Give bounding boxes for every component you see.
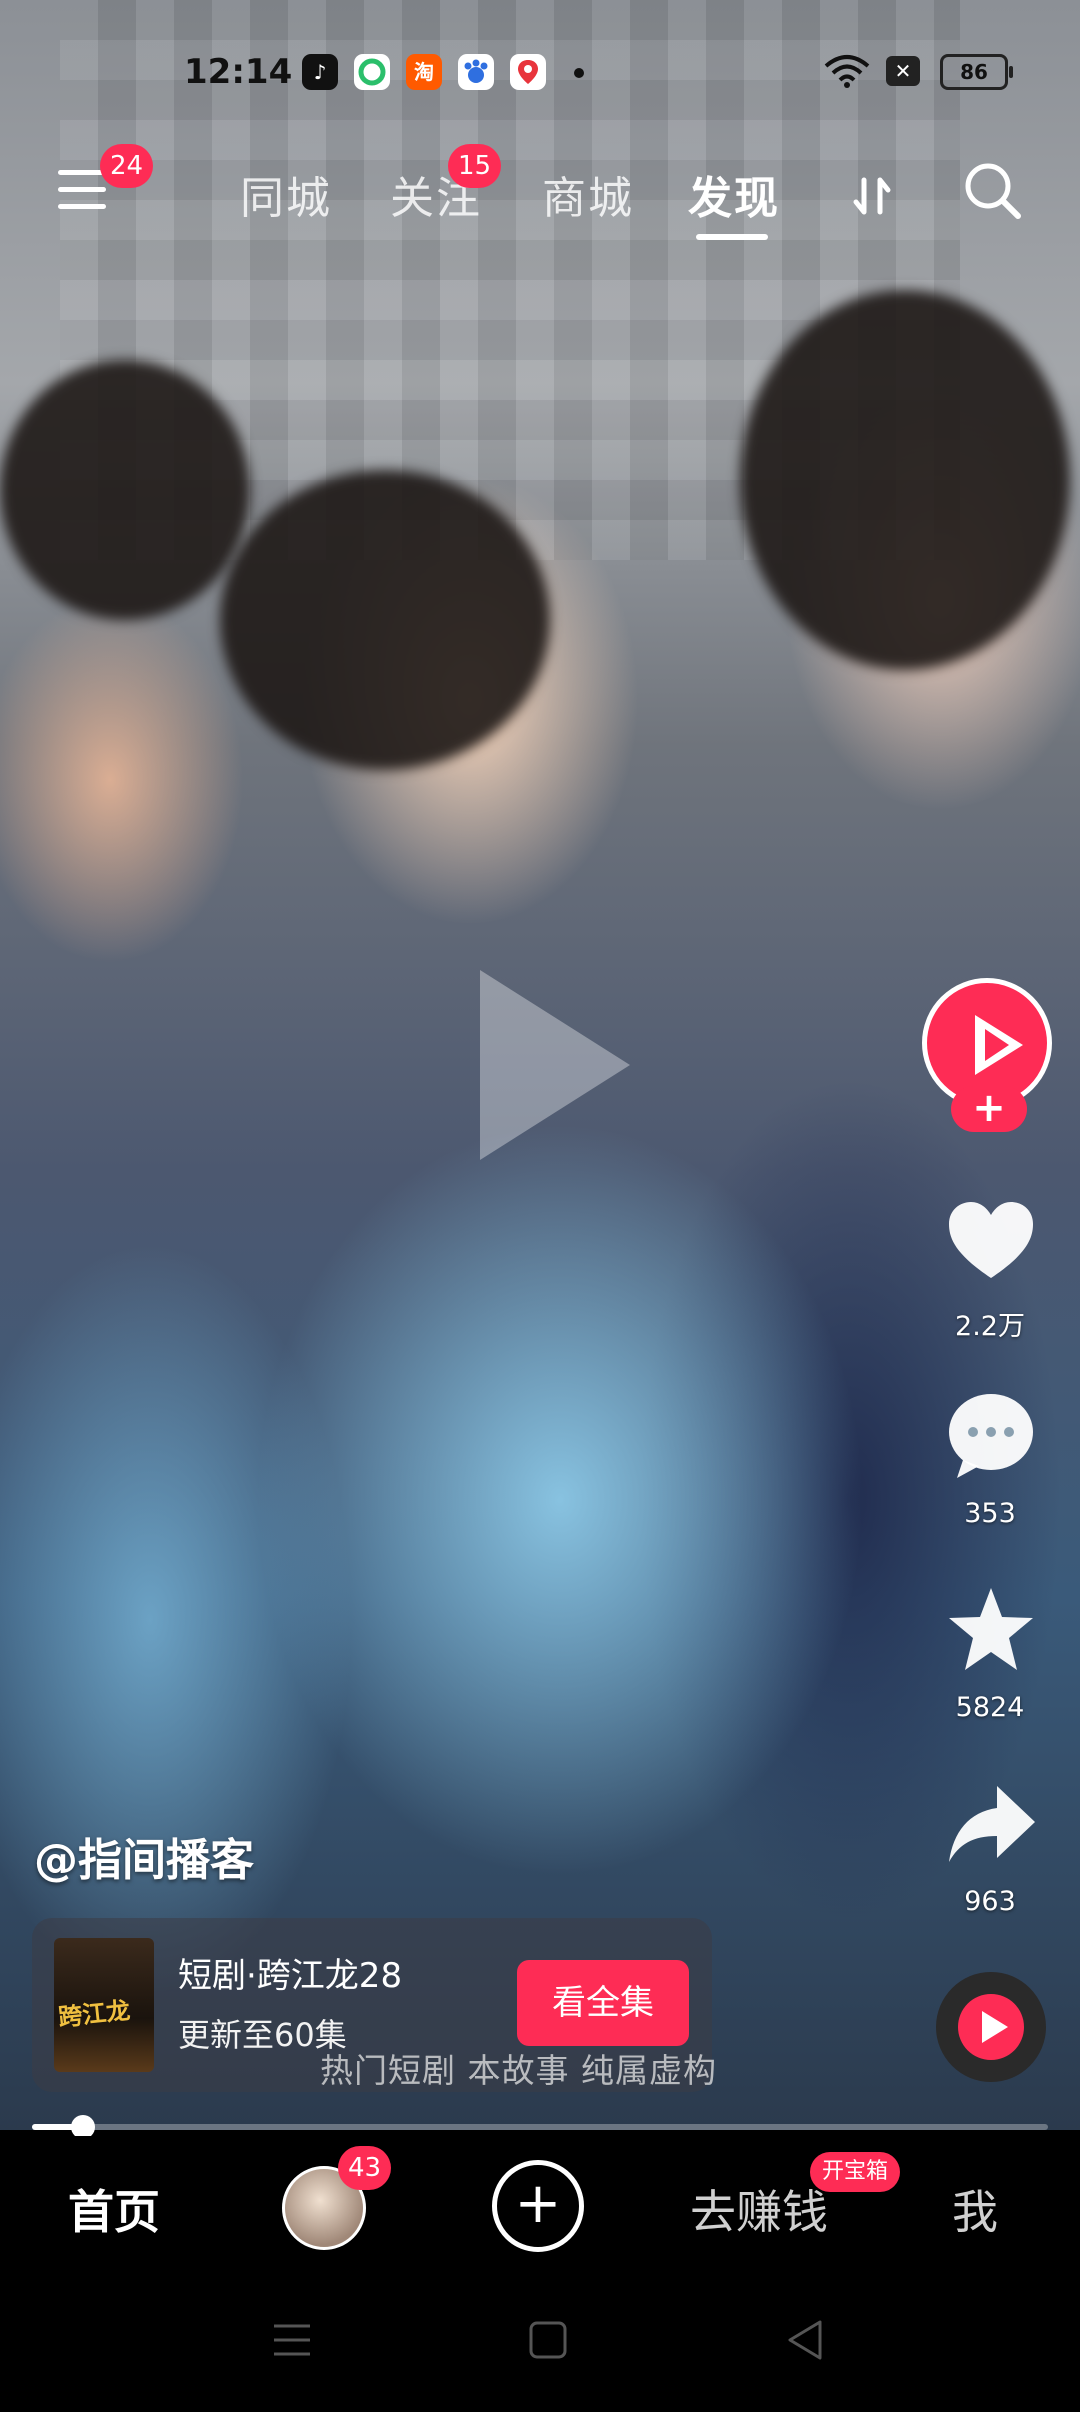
heart-icon[interactable] — [945, 1196, 1037, 1288]
create-button[interactable]: + — [492, 2160, 584, 2252]
favorite-count: 5824 — [955, 1692, 1025, 1723]
screen: 12:14 ♪ 淘 ✕ 86 24 同城 关注 15 商城 发现 + 2.2万 … — [0, 0, 1080, 2412]
poster-title: 跨江龙 — [56, 1996, 132, 2032]
baidu-icon — [458, 54, 494, 90]
search-icon[interactable] — [962, 160, 1024, 222]
nav-me[interactable]: 我 — [952, 2176, 998, 2242]
watch-all-button[interactable]: 看全集 — [517, 1960, 689, 2046]
menu-icon-bar — [58, 204, 106, 209]
tiktok-icon: ♪ — [302, 54, 338, 90]
nav-earn[interactable]: 去赚钱 — [690, 2176, 828, 2242]
status-bar: 12:14 ♪ 淘 ✕ 86 — [0, 48, 1080, 98]
music-disc-icon[interactable] — [936, 1972, 1046, 2082]
comment-count: 353 — [964, 1498, 1016, 1529]
map-icon — [510, 54, 546, 90]
share-icon[interactable] — [945, 1778, 1037, 1870]
drama-title: 短剧·跨江龙28 — [178, 1956, 403, 1996]
status-time: 12:14 — [184, 52, 293, 92]
drama-poster: 跨江龙 — [54, 1938, 154, 2072]
menu-icon-bar — [58, 170, 106, 175]
video-subtitle: 热门短剧 本故事 纯属虚构 — [320, 2051, 717, 2090]
back-icon[interactable] — [784, 2318, 824, 2362]
share-count: 963 — [964, 1886, 1016, 1917]
like-count: 2.2万 — [955, 1311, 1025, 1342]
friend-badge: 43 — [338, 2146, 392, 2190]
music-disc-inner — [958, 1994, 1024, 2060]
recent-apps-icon[interactable] — [270, 2320, 314, 2360]
play-logo-icon — [975, 1015, 1023, 1075]
star-icon[interactable] — [945, 1584, 1037, 1676]
green-app-icon — [354, 54, 390, 90]
taobao-icon: 淘 — [406, 54, 442, 90]
treasure-box-badge[interactable]: 开宝箱 — [810, 2152, 901, 2192]
active-tab-indicator — [696, 234, 768, 240]
video-figure-center — [220, 470, 550, 770]
nav-home[interactable]: 首页 — [68, 2176, 160, 2242]
tab-mall[interactable]: 商城 — [542, 162, 634, 226]
author-name[interactable]: @指间播客 — [34, 1824, 254, 1888]
video-figure-left — [0, 360, 250, 620]
wifi-icon — [824, 55, 870, 88]
taobao-label: 淘 — [414, 60, 434, 84]
menu-icon-bar — [58, 187, 106, 192]
follow-button[interactable]: + — [951, 1086, 1027, 1132]
battery-indicator: 86 — [940, 54, 1013, 90]
no-sim-icon: ✕ — [886, 56, 920, 86]
notification-dot — [574, 68, 584, 78]
tab-local[interactable]: 同城 — [240, 162, 332, 226]
video-figure-right — [740, 290, 1070, 670]
home-icon[interactable] — [528, 2320, 568, 2360]
system-nav — [0, 2276, 1080, 2412]
top-nav: 24 同城 关注 15 商城 发现 — [0, 144, 1080, 250]
sort-icon[interactable] — [850, 174, 894, 218]
following-badge: 15 — [448, 144, 502, 188]
menu-badge: 24 — [100, 144, 154, 188]
play-icon[interactable] — [480, 970, 630, 1160]
comment-icon[interactable] — [945, 1390, 1037, 1482]
battery-level: 86 — [960, 60, 988, 84]
tab-discover[interactable]: 发现 — [688, 162, 780, 226]
video-progress-bar[interactable] — [32, 2115, 1048, 2139]
bottom-nav: 首页 43 + 去赚钱 开宝箱 我 — [0, 2136, 1080, 2276]
